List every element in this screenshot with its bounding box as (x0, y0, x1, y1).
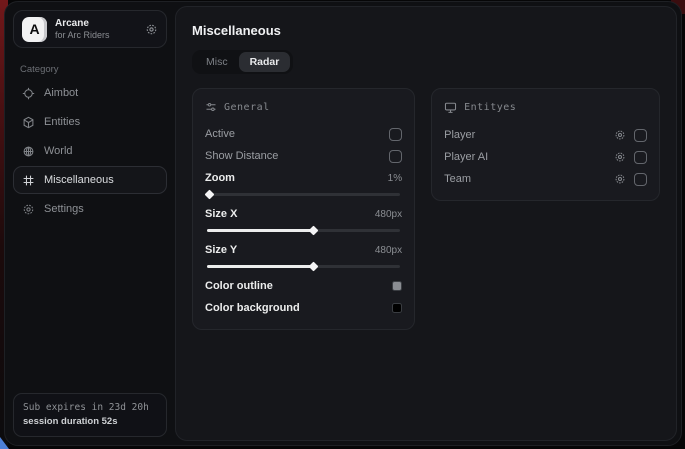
player-checkbox[interactable] (634, 129, 647, 142)
row-color-background: Color background (205, 297, 402, 319)
sidebar-item-miscellaneous[interactable]: Miscellaneous (13, 166, 167, 194)
sidebar-item-settings[interactable]: Settings (13, 195, 167, 223)
mouse-cursor (0, 437, 9, 449)
team-checkbox[interactable] (634, 173, 647, 186)
show-distance-checkbox[interactable] (389, 150, 402, 163)
brand-text: Arcane for Arc Riders (55, 18, 137, 40)
grid-hash-icon (22, 174, 35, 187)
color-background-label: Color background (205, 302, 300, 314)
general-card-title: General (224, 102, 270, 113)
zoom-label: Zoom (205, 172, 235, 184)
team-label: Team (444, 173, 471, 185)
player-ai-settings-icon[interactable] (614, 151, 626, 163)
brand-logo: A (22, 17, 47, 42)
team-settings-icon[interactable] (614, 173, 626, 185)
entities-card-title: Entityes (464, 102, 516, 113)
page-title: Miscellaneous (192, 23, 660, 38)
zoom-slider[interactable] (207, 190, 400, 199)
monitor-icon (444, 101, 457, 114)
player-settings-icon[interactable] (614, 129, 626, 141)
active-checkbox[interactable] (389, 128, 402, 141)
sidebar-item-entities[interactable]: Entities (13, 108, 167, 136)
row-team: Team (444, 168, 647, 190)
size-y-slider-fill (207, 265, 313, 268)
brand-title: Arcane (55, 18, 137, 30)
crosshair-icon (22, 87, 35, 100)
sidebar-item-label: Entities (44, 116, 80, 128)
size-y-slider-thumb[interactable] (309, 262, 319, 272)
cube-scan-icon (22, 116, 35, 129)
size-x-value: 480px (375, 209, 402, 220)
size-x-slider-thumb[interactable] (309, 226, 319, 236)
row-size-y: Size Y 480px (205, 239, 402, 261)
player-label: Player (444, 129, 475, 141)
sidebar: A Arcane for Arc Riders Category Aimbot (5, 2, 175, 445)
row-active: Active (205, 123, 402, 145)
active-label: Active (205, 128, 235, 140)
color-background-swatch[interactable] (392, 303, 402, 313)
globe-icon (22, 145, 35, 158)
sidebar-item-label: World (44, 145, 73, 157)
size-x-slider[interactable] (207, 226, 400, 235)
brand-settings-icon[interactable] (145, 23, 158, 36)
sidebar-item-aimbot[interactable]: Aimbot (13, 79, 167, 107)
general-card: General Active Show Distance Zoom 1% (192, 88, 415, 330)
row-player: Player (444, 124, 647, 146)
zoom-value: 1% (388, 173, 402, 184)
subscription-info-card: Sub expires in 23d 20h session duration … (13, 393, 167, 438)
app-window: A Arcane for Arc Riders Category Aimbot (4, 1, 682, 446)
zoom-slider-thumb[interactable] (204, 190, 214, 200)
size-x-label: Size X (205, 208, 237, 220)
size-y-slider[interactable] (207, 262, 400, 271)
player-ai-checkbox[interactable] (634, 151, 647, 164)
show-distance-label: Show Distance (205, 150, 278, 162)
gear-icon (22, 203, 35, 216)
sidebar-item-world[interactable]: World (13, 137, 167, 165)
size-x-slider-fill (207, 229, 313, 232)
row-player-ai: Player AI (444, 146, 647, 168)
row-show-distance: Show Distance (205, 145, 402, 167)
entities-card-header: Entityes (444, 101, 647, 114)
row-size-x: Size X 480px (205, 203, 402, 225)
tab-misc[interactable]: Misc (195, 52, 239, 72)
sidebar-item-label: Settings (44, 203, 84, 215)
tab-group: Misc Radar (192, 50, 293, 74)
size-y-label: Size Y (205, 244, 237, 256)
general-card-header: General (205, 101, 402, 113)
sub-expiry-text: Sub expires in 23d 20h (23, 401, 157, 415)
main-panel: Miscellaneous Misc Radar General Active (175, 6, 677, 441)
row-color-outline: Color outline (205, 275, 402, 297)
color-outline-swatch[interactable] (392, 281, 402, 291)
sidebar-item-label: Aimbot (44, 87, 78, 99)
category-label: Category (20, 64, 167, 75)
sliders-icon (205, 101, 217, 113)
color-outline-label: Color outline (205, 280, 273, 292)
size-y-value: 480px (375, 245, 402, 256)
entities-card: Entityes Player Player AI (431, 88, 660, 201)
session-duration-text: session duration 52s (23, 415, 157, 429)
cards-row: General Active Show Distance Zoom 1% (192, 88, 660, 330)
brand-card[interactable]: A Arcane for Arc Riders (13, 10, 167, 48)
tab-radar[interactable]: Radar (239, 52, 291, 72)
brand-subtitle: for Arc Riders (55, 30, 137, 40)
player-ai-label: Player AI (444, 151, 488, 163)
row-zoom: Zoom 1% (205, 167, 402, 189)
sidebar-item-label: Miscellaneous (44, 174, 114, 186)
zoom-slider-track (207, 193, 400, 196)
